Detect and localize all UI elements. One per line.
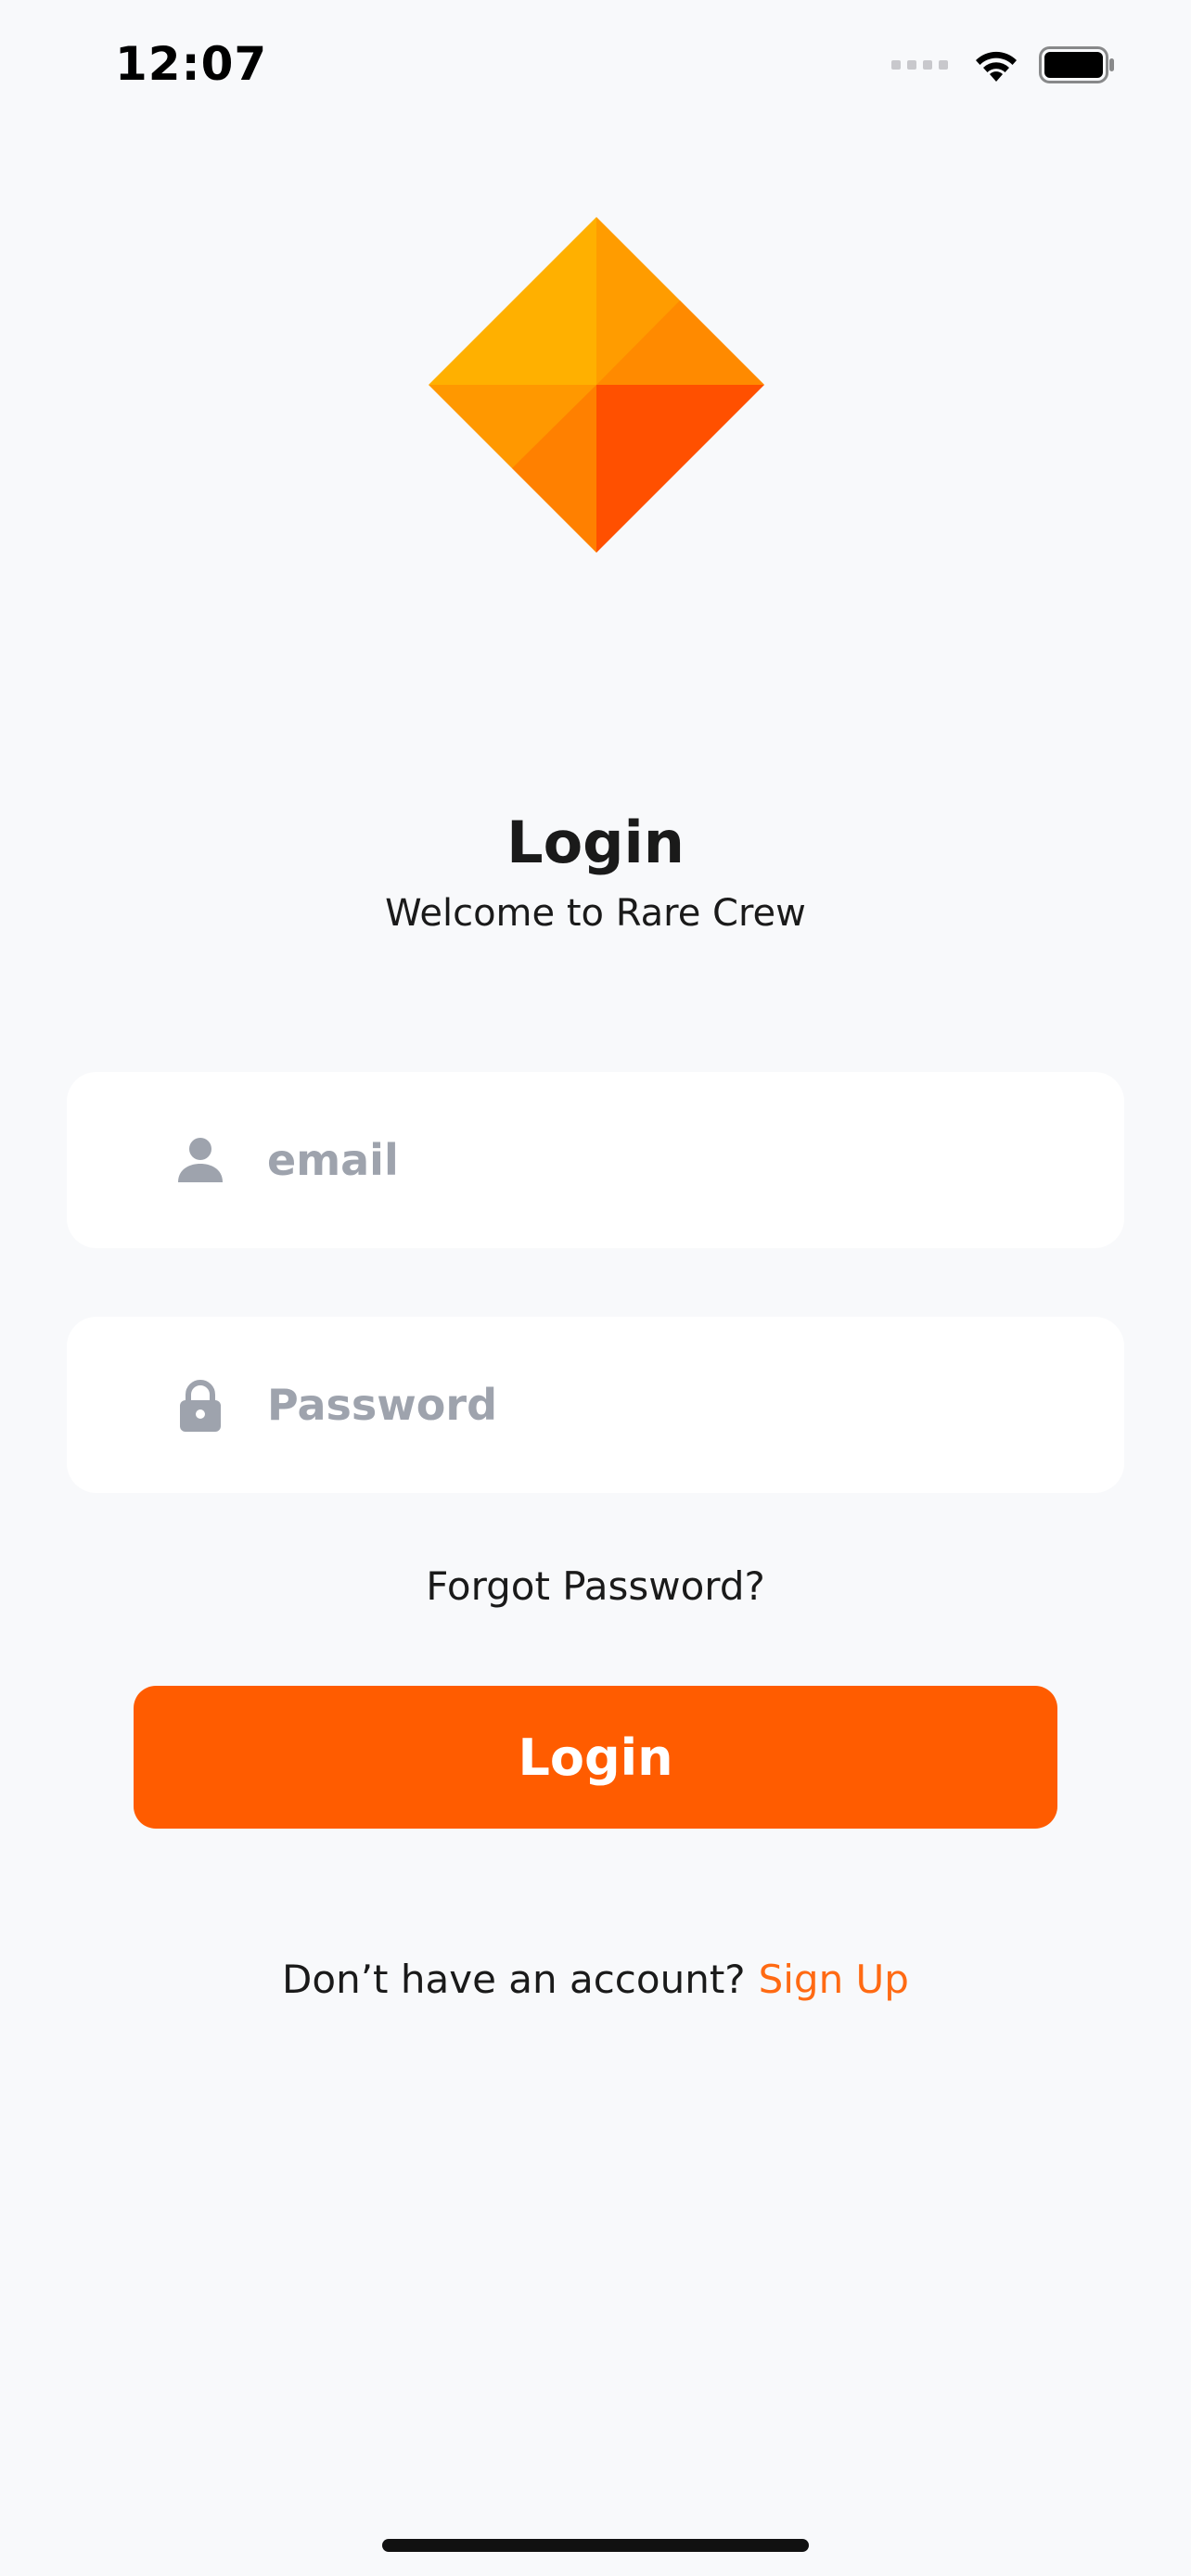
password-input[interactable] [267, 1317, 1102, 1493]
login-button[interactable]: Login [134, 1686, 1057, 1829]
email-input[interactable] [267, 1072, 1102, 1248]
page-subtitle: Welcome to Rare Crew [385, 892, 806, 935]
email-field-container[interactable] [67, 1072, 1124, 1248]
forgot-password-link[interactable]: Forgot Password? [0, 1563, 1191, 1609]
page-title: Login [506, 809, 685, 876]
lock-icon [180, 1380, 221, 1432]
sign-up-link[interactable]: Sign Up [759, 1957, 909, 2002]
signup-row: Don’t have an account? Sign Up [0, 1957, 1191, 2002]
status-time: 12:07 [115, 37, 268, 91]
home-indicator[interactable] [382, 2539, 809, 2552]
rare-crew-logo-icon [429, 217, 764, 553]
user-icon [178, 1138, 223, 1182]
wifi-icon [976, 51, 1017, 82]
password-field-container[interactable] [67, 1317, 1124, 1493]
status-icons [891, 46, 1115, 83]
signup-prompt: Don’t have an account? [282, 1957, 746, 2002]
cellular-signal-icon [891, 60, 948, 70]
battery-icon [1039, 46, 1114, 83]
